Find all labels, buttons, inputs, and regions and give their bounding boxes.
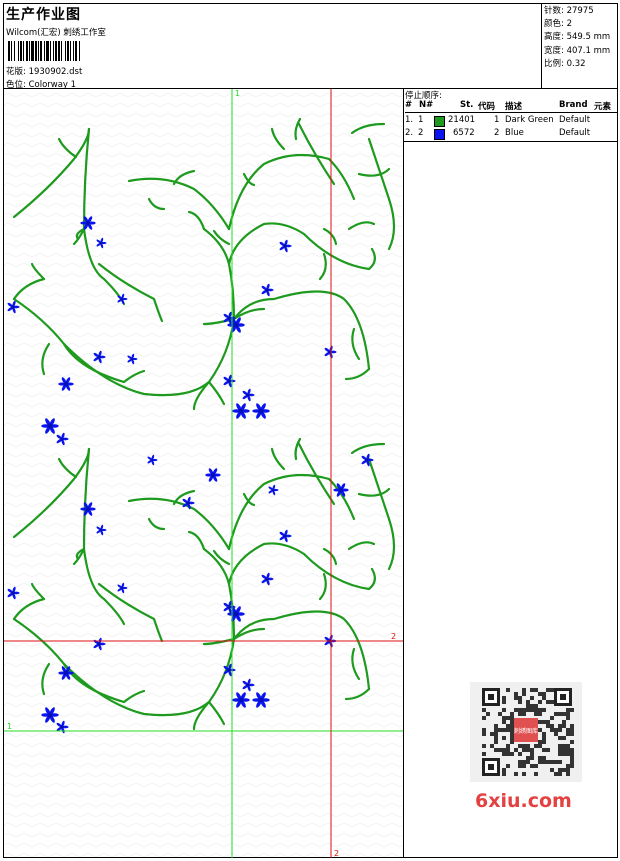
stop-brand: Default <box>559 115 591 125</box>
stat-value: 0.32 <box>566 58 586 69</box>
col-stitches: St. <box>460 100 474 110</box>
barcode-bar <box>20 41 22 61</box>
col-code: 代码 <box>478 102 496 112</box>
stat-value: 27975 <box>566 6 594 16</box>
production-sheet: 生产作业图 Wilcom(汇宏) 刺绣工作室 花版: 1930902.dst 色… <box>0 0 620 861</box>
stop-description: Blue <box>505 128 524 138</box>
guide-label-green-vertical: 1 <box>235 89 240 98</box>
stop-needle: 1 <box>418 115 424 125</box>
stop-stitches: 21401 <box>448 115 476 125</box>
stat-stitches: 针数: 27975 <box>544 5 618 18</box>
design-file-name: 1930902.dst <box>28 67 83 77</box>
guide-label-green-horizontal: 1 <box>7 722 12 731</box>
stat-width: 宽度: 407.1 mm <box>544 45 618 58</box>
barcode-bar <box>18 41 19 61</box>
stop-description: Dark Green <box>505 115 554 125</box>
design-file-line: 花版: 1930902.dst <box>6 65 82 77</box>
barcode-bar <box>70 41 71 61</box>
design-stats: 针数: 27975 颜色: 2 高度: 549.5 mm 宽度: 407.1 m… <box>541 4 618 88</box>
embroidery-design: 1 1 2 2 <box>4 89 403 858</box>
barcode-bar <box>46 41 49 61</box>
col-needle: N# <box>419 100 434 110</box>
barcode-bar <box>55 41 57 61</box>
barcode-bar <box>58 41 60 61</box>
stat-value: 549.5 mm <box>566 32 611 43</box>
barcode-bar <box>44 41 45 61</box>
stat-value: 407.1 mm <box>566 45 611 56</box>
col-brand: Brand <box>559 100 588 110</box>
design-file-label: 花版: <box>6 67 26 77</box>
thread-color-swatch <box>434 116 445 127</box>
thread-color-swatch <box>434 129 445 140</box>
barcode-bar <box>38 41 39 61</box>
col-element: 元素 <box>594 102 612 112</box>
stop-stitches: 6572 <box>453 128 475 138</box>
barcode-bar <box>35 41 37 61</box>
stop-row: 1. 1 21401 1 Dark Green Default <box>405 115 617 127</box>
stat-label: 针数: <box>544 6 564 16</box>
stop-row: 2. 2 6572 2 Blue Default <box>405 128 617 140</box>
barcode-bar <box>29 41 30 61</box>
barcode-bar <box>61 41 62 61</box>
col-description: 描述 <box>505 102 523 112</box>
stop-brand: Default <box>559 128 591 138</box>
stat-scale: 比例: 0.32 <box>544 58 618 71</box>
guide-label-red-vertical: 2 <box>334 849 339 858</box>
barcode-bar <box>23 41 24 61</box>
qr-code: 刺绣图库 <box>470 682 582 782</box>
barcode-bar <box>67 41 69 61</box>
stat-label: 颜色: <box>544 19 564 30</box>
fabric-background <box>4 89 403 858</box>
stat-height: 高度: 549.5 mm <box>544 31 618 44</box>
stop-code: 1 <box>494 115 500 125</box>
barcode-bar <box>65 41 66 61</box>
barcode-bar <box>26 41 28 61</box>
stat-value: 2 <box>566 19 572 30</box>
barcode-bar <box>79 41 80 61</box>
col-index: # <box>405 100 413 110</box>
design-preview: 1 1 2 2 <box>4 89 404 858</box>
stat-label: 宽度: <box>544 45 564 56</box>
barcode-bar <box>8 41 10 61</box>
barcode-bar <box>53 41 54 61</box>
barcode-bar <box>75 41 77 61</box>
guide-label-red-horizontal: 2 <box>391 632 396 641</box>
header-info: 生产作业图 Wilcom(汇宏) 刺绣工作室 花版: 1930902.dst 色… <box>4 4 540 90</box>
stat-colors: 颜色: 2 <box>544 18 618 31</box>
barcode-bar <box>73 41 74 61</box>
stat-label: 比例: <box>544 58 564 69</box>
stop-sequence-panel: 停止顺序: # N# St. 代码 描述 Brand 元素 1. 1 21401… <box>404 89 618 142</box>
stop-needle: 2 <box>418 128 424 138</box>
stat-label: 高度: <box>544 32 564 43</box>
stop-sequence-header: # N# St. 代码 描述 Brand 元素 <box>405 100 617 113</box>
stop-index: 2. <box>405 128 414 138</box>
barcode-bar <box>40 41 42 61</box>
barcode-bar <box>31 41 34 61</box>
stop-code: 2 <box>494 128 500 138</box>
stop-index: 1. <box>405 115 414 125</box>
company-name: Wilcom(汇宏) 刺绣工作室 <box>6 28 106 38</box>
barcode <box>8 41 80 61</box>
barcode-bar <box>14 41 15 61</box>
qr-caption: 刺绣图库 <box>514 727 538 735</box>
watermark-text: 6xiu.com <box>475 790 572 812</box>
barcode-bar <box>50 41 51 61</box>
barcode-bar <box>11 41 12 61</box>
sheet-title: 生产作业图 <box>6 7 81 23</box>
